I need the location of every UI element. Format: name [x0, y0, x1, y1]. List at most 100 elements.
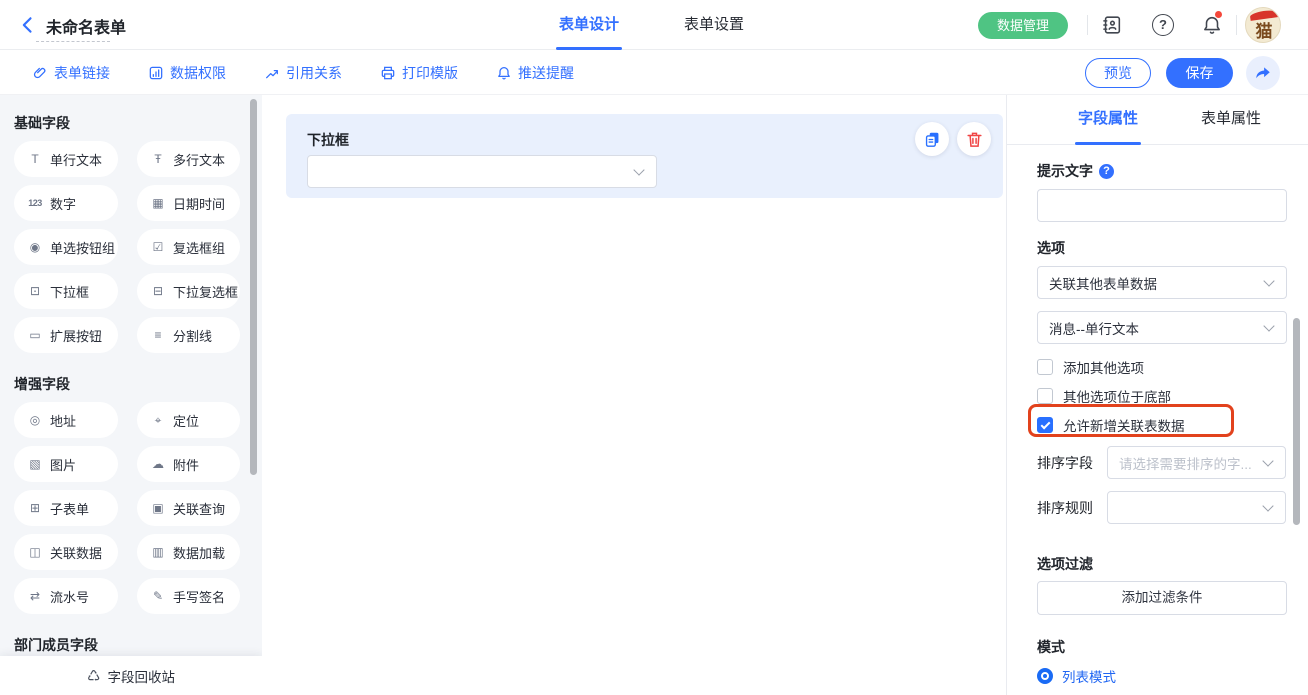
field-item-radio-group[interactable]: ◉单选按钮组 — [14, 229, 118, 265]
field-item-divider[interactable]: ≡分割线 — [137, 317, 240, 353]
save-button[interactable]: 保存 — [1166, 58, 1233, 88]
field-item-checkbox-group[interactable]: ☑复选框组 — [137, 229, 240, 265]
check-mark-icon — [1040, 419, 1050, 429]
image-icon: ▧ — [27, 457, 43, 471]
field-library-sidebar: 基础字段 T单行文本 Ŧ多行文本 123数字 ▦日期时间 ◉单选按钮组 ☑复选框… — [0, 95, 262, 695]
location-pin-icon: ◎ — [27, 413, 43, 427]
radio-group-icon: ◉ — [27, 240, 43, 254]
panel-scrollbar[interactable] — [1293, 318, 1300, 525]
form-designer-app: 未命名表单 表单设计 表单设置 数据管理 ? 猫 表单链接 — [0, 0, 1308, 695]
basic-fields-grid: T单行文本 Ŧ多行文本 123数字 ▦日期时间 ◉单选按钮组 ☑复选框组 ⊡下拉… — [14, 141, 240, 353]
tab-form-properties[interactable]: 表单属性 — [1183, 95, 1279, 145]
field-item-address[interactable]: ◎地址 — [14, 402, 118, 438]
hint-help-icon[interactable]: ? — [1099, 164, 1114, 179]
copy-field-button[interactable] — [915, 122, 949, 156]
field-item-multi-line-text[interactable]: Ŧ多行文本 — [137, 141, 240, 177]
contacts-book-icon[interactable] — [1101, 14, 1123, 36]
print-icon — [380, 65, 396, 81]
hint-text-label: 提示文字 ? — [1037, 161, 1286, 181]
header-divider — [1236, 15, 1237, 35]
user-avatar[interactable]: 猫 — [1245, 7, 1281, 43]
delete-field-button[interactable] — [957, 122, 991, 156]
multi-line-text-icon: Ŧ — [150, 152, 166, 166]
panel-tabs: 字段属性 表单属性 — [1007, 95, 1308, 145]
field-item-extend-button[interactable]: ▭扩展按钮 — [14, 317, 118, 353]
sort-field-select[interactable]: 请选择需要排序的字... — [1107, 446, 1286, 479]
action-toolbar: 表单链接 数据权限 引用关系 打印模版 推送提醒 预览 保存 — [0, 50, 1308, 95]
preview-button[interactable]: 预览 — [1085, 58, 1151, 88]
checkbox-checked[interactable] — [1037, 417, 1053, 433]
header-divider — [1087, 15, 1088, 35]
tab-form-design[interactable]: 表单设计 — [553, 0, 625, 50]
divider-icon: ≡ — [150, 328, 166, 342]
field-item-linked-query[interactable]: ▣关联查询 — [137, 490, 240, 526]
title-editable-underline — [36, 41, 110, 42]
dropdown-field-select[interactable] — [307, 155, 657, 188]
data-permission-button[interactable]: 数据权限 — [148, 63, 226, 83]
option-source-select[interactable]: 关联其他表单数据 — [1037, 266, 1287, 299]
push-reminder-button[interactable]: 推送提醒 — [496, 63, 574, 83]
field-item-locate[interactable]: ⌖定位 — [137, 402, 240, 438]
chevron-down-icon — [1263, 320, 1274, 331]
sidebar-scrollbar[interactable] — [250, 99, 257, 475]
field-item-linked-data[interactable]: ◫关联数据 — [14, 534, 118, 570]
dropdown-multi-icon: ⊟ — [150, 284, 166, 298]
data-manage-button[interactable]: 数据管理 — [978, 12, 1068, 39]
linked-data-icon: ◫ — [27, 545, 43, 559]
copy-icon — [923, 130, 942, 149]
field-item-number[interactable]: 123数字 — [14, 185, 118, 221]
recycle-icon: ♺ — [87, 667, 100, 685]
tab-field-properties[interactable]: 字段属性 — [1060, 95, 1156, 145]
field-item-single-line-text[interactable]: T单行文本 — [14, 141, 118, 177]
checkbox-add-other-option[interactable]: 添加其他选项 — [1037, 358, 1286, 376]
checkbox-group-icon: ☑ — [150, 240, 166, 254]
field-recycle-bin-button[interactable]: ♺ 字段回收站 — [0, 656, 262, 695]
chevron-left-icon — [18, 15, 38, 35]
section-title-enhanced-fields: 增强字段 — [14, 374, 70, 394]
field-item-subform[interactable]: ⊞子表单 — [14, 490, 118, 526]
number-icon: 123 — [27, 198, 43, 208]
data-load-icon: ▥ — [150, 545, 166, 559]
checkbox-unchecked[interactable] — [1037, 359, 1053, 375]
options-label: 选项 — [1037, 238, 1286, 258]
field-item-image[interactable]: ▧图片 — [14, 446, 118, 482]
share-button[interactable] — [1246, 56, 1280, 90]
field-item-data-load[interactable]: ▥数据加载 — [137, 534, 240, 570]
subform-icon: ⊞ — [27, 501, 43, 515]
field-item-dropdown-multi[interactable]: ⊟下拉复选框 — [137, 273, 240, 309]
header: 未命名表单 表单设计 表单设置 数据管理 ? 猫 — [0, 0, 1308, 50]
field-item-signature[interactable]: ✎手写签名 — [137, 578, 240, 614]
help-icon[interactable]: ? — [1152, 14, 1174, 36]
radio-list-mode[interactable]: 列表模式 — [1037, 667, 1286, 685]
checkbox-unchecked[interactable] — [1037, 388, 1053, 404]
linked-query-icon: ▣ — [150, 501, 166, 515]
reference-relation-button[interactable]: 引用关系 — [264, 63, 342, 83]
sort-rule-select[interactable] — [1107, 491, 1286, 524]
serial-number-icon: ⇄ — [27, 589, 43, 603]
field-item-datetime[interactable]: ▦日期时间 — [137, 185, 240, 221]
datetime-icon: ▦ — [150, 196, 166, 210]
checkbox-other-option-bottom[interactable]: 其他选项位于底部 — [1037, 387, 1286, 405]
option-field-select[interactable]: 消息--单行文本 — [1037, 311, 1287, 344]
signature-icon: ✎ — [150, 589, 166, 603]
mode-label: 模式 — [1037, 637, 1286, 657]
checkbox-allow-add-linked-data[interactable]: 允许新增关联表数据 — [1037, 416, 1286, 434]
selected-field-dropdown[interactable]: 下拉框 — [286, 114, 1003, 198]
field-item-serial-number[interactable]: ⇄流水号 — [14, 578, 118, 614]
field-item-attachment[interactable]: ☁附件 — [137, 446, 240, 482]
panel-content: 提示文字 ? 选项 关联其他表单数据 消息--单行文本 添加其他选项 其他选项位… — [1007, 145, 1308, 695]
push-bell-icon — [496, 65, 512, 81]
page-title[interactable]: 未命名表单 — [46, 14, 126, 38]
hint-text-input[interactable] — [1037, 189, 1287, 222]
form-link-button[interactable]: 表单链接 — [32, 63, 110, 83]
field-item-dropdown[interactable]: ⊡下拉框 — [14, 273, 118, 309]
radio-selected[interactable] — [1037, 668, 1053, 684]
sort-field-label: 排序字段 — [1037, 453, 1107, 473]
reference-icon — [264, 65, 280, 81]
add-filter-condition-button[interactable]: 添加过滤条件 — [1037, 581, 1287, 615]
chevron-down-icon — [1262, 500, 1273, 511]
active-tab-underline — [556, 47, 622, 50]
tab-form-settings[interactable]: 表单设置 — [678, 0, 750, 50]
back-button[interactable] — [18, 15, 40, 37]
print-template-button[interactable]: 打印模版 — [380, 63, 458, 83]
